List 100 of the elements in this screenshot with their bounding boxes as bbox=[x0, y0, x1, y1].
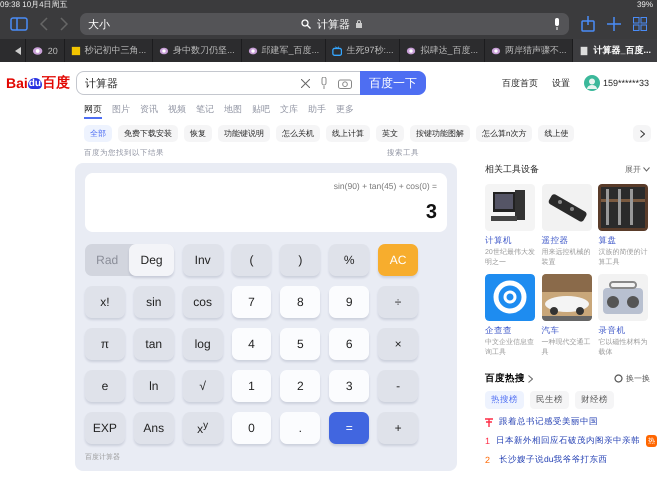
browser-tab[interactable]: 两岸猎声骤不... bbox=[484, 39, 572, 62]
item-name[interactable]: 企查查 bbox=[485, 325, 537, 337]
logo-icon bbox=[485, 274, 535, 321]
forward-icon[interactable] bbox=[60, 17, 68, 31]
calculator-key[interactable]: x! bbox=[85, 286, 125, 318]
calculator-key[interactable]: = bbox=[329, 412, 370, 444]
hot-search-item[interactable]: 跟着总书记感受美丽中国 bbox=[499, 416, 598, 428]
back-icon[interactable] bbox=[40, 17, 48, 31]
plus-icon[interactable] bbox=[607, 17, 621, 31]
battery-level: 39% bbox=[636, 1, 653, 9]
favicon-icon bbox=[332, 44, 342, 56]
item-name[interactable]: 汽车 bbox=[542, 325, 594, 337]
filter-chip[interactable]: 线上计算 bbox=[326, 125, 370, 142]
hot-list-tab[interactable]: 民生榜 bbox=[530, 391, 569, 409]
calculator-key[interactable]: Ans bbox=[134, 412, 174, 444]
calculator-key[interactable]: ( bbox=[232, 244, 272, 276]
reader-size-label[interactable]: 大小 bbox=[88, 16, 110, 32]
favicon-icon bbox=[70, 44, 81, 56]
calculator-key[interactable]: + bbox=[378, 412, 418, 444]
calculator-key[interactable]: x$^{y}$ bbox=[182, 412, 223, 444]
filter-chip[interactable]: 免费下载安装 bbox=[118, 125, 178, 142]
pin-icon bbox=[485, 418, 493, 426]
filter-chip[interactable]: 全部 bbox=[84, 125, 112, 142]
microphone-icon[interactable] bbox=[553, 18, 561, 30]
hot-search-item[interactable]: 长沙嫂子说du我爷爷打东西 bbox=[499, 454, 608, 466]
baidu-logo[interactable]: Baidu百度 bbox=[6, 74, 76, 92]
hot-search-item[interactable]: 日本新外相回应石破茂内阁亲中亲韩 bbox=[496, 435, 640, 447]
user-name[interactable]: 159******33 bbox=[602, 78, 649, 88]
calculator-key[interactable]: - bbox=[378, 370, 418, 402]
header-link[interactable]: 设置 bbox=[552, 76, 570, 90]
hot-list-tab[interactable]: 热搜榜 bbox=[485, 391, 524, 409]
calculator-key[interactable]: 6 bbox=[329, 328, 370, 360]
expand-link[interactable]: 展开 bbox=[625, 164, 641, 175]
calculator-key[interactable]: sin bbox=[134, 286, 174, 318]
refresh-link[interactable]: 换一换 bbox=[626, 373, 650, 384]
browser-tab[interactable]: 生死97秒:... bbox=[325, 39, 400, 62]
angle-toggle[interactable]: Rad Deg bbox=[85, 244, 174, 276]
calculator-key[interactable]: 0 bbox=[232, 412, 272, 444]
angle-mode[interactable]: Deg bbox=[129, 244, 174, 276]
favicon-icon bbox=[248, 44, 258, 56]
item-name[interactable]: 算盘 bbox=[598, 235, 650, 247]
tab-scroll-icon[interactable] bbox=[15, 46, 22, 54]
refresh-icon[interactable] bbox=[614, 374, 623, 383]
calculator-key[interactable]: ÷ bbox=[378, 286, 418, 318]
calculator-key[interactable]: . bbox=[280, 412, 320, 444]
search-icon bbox=[301, 19, 311, 29]
filter-chip[interactable]: 线上使 bbox=[538, 125, 574, 142]
tabs-grid-icon[interactable] bbox=[633, 17, 647, 31]
browser-tab[interactable]: 计算器_百度... bbox=[572, 39, 657, 62]
calculator-key[interactable]: % bbox=[329, 244, 370, 276]
filter-chip[interactable]: 怎么算n次方 bbox=[476, 125, 532, 142]
calculator-key[interactable]: 8 bbox=[280, 286, 320, 318]
sidebar-icon[interactable] bbox=[10, 17, 28, 31]
hot-search-title[interactable]: 百度热搜 bbox=[485, 372, 525, 385]
hot-list-tab[interactable]: 财经榜 bbox=[575, 391, 614, 409]
calculator-key[interactable]: √ bbox=[182, 370, 223, 402]
item-name[interactable]: 录音机 bbox=[598, 325, 650, 337]
calculator-key[interactable]: log bbox=[182, 328, 223, 360]
address-bar[interactable]: 大小 计算器 bbox=[80, 13, 569, 35]
calculator-key[interactable]: e bbox=[85, 370, 125, 402]
calculator-key[interactable]: 1 bbox=[232, 370, 272, 402]
favicon-icon bbox=[491, 44, 501, 56]
nav-tab[interactable]: 网页 bbox=[84, 102, 102, 119]
calculator-key[interactable]: ) bbox=[280, 244, 320, 276]
filter-chip[interactable]: 恢复 bbox=[184, 125, 212, 142]
search-field[interactable]: 计算器 bbox=[76, 71, 360, 95]
search-button[interactable]: 百度一下 bbox=[360, 71, 426, 95]
item-name[interactable]: 计算机 bbox=[485, 235, 537, 247]
favicon-icon bbox=[579, 44, 590, 56]
calculator-key[interactable]: 2 bbox=[280, 370, 320, 402]
calculator-key[interactable]: × bbox=[378, 328, 418, 360]
calculator-key[interactable]: 5 bbox=[280, 328, 320, 360]
avatar-icon[interactable] bbox=[584, 75, 600, 91]
share-icon[interactable] bbox=[581, 16, 595, 32]
result-text: 3 bbox=[426, 201, 437, 224]
expression-text: sin(90) + tan(45) + cos(0) = bbox=[334, 181, 437, 191]
calculator-key[interactable]: π bbox=[85, 328, 125, 360]
calculator-key[interactable]: ln bbox=[134, 370, 174, 402]
filter-chip[interactable]: 怎么关机 bbox=[276, 125, 320, 142]
next-button[interactable] bbox=[633, 125, 651, 142]
calculator-key[interactable]: Inv bbox=[182, 244, 223, 276]
rank-number: 1 bbox=[485, 436, 490, 446]
calculator-key[interactable]: 3 bbox=[329, 370, 370, 402]
header-link[interactable]: 百度首页 bbox=[502, 76, 538, 90]
microphone-icon[interactable] bbox=[320, 77, 328, 89]
section-title: 相关工具设备 bbox=[485, 163, 539, 176]
calculator-key[interactable]: 9 bbox=[329, 286, 370, 318]
filter-chip[interactable]: 功能键说明 bbox=[218, 125, 270, 142]
chevron-down-icon bbox=[643, 167, 650, 172]
camera-icon[interactable] bbox=[338, 78, 352, 88]
filter-chip[interactable]: 按键功能图解 bbox=[410, 125, 470, 142]
clear-icon[interactable] bbox=[301, 78, 310, 88]
calculator-key[interactable]: cos bbox=[182, 286, 223, 318]
calculator-key[interactable]: 7 bbox=[232, 286, 272, 318]
calculator-key[interactable]: 4 bbox=[232, 328, 272, 360]
calculator-key[interactable]: tan bbox=[134, 328, 174, 360]
filter-chip[interactable]: 英文 bbox=[376, 125, 404, 142]
favicon-icon bbox=[32, 44, 44, 56]
calculator-key[interactable]: EXP bbox=[85, 412, 125, 444]
item-name[interactable]: 遥控器 bbox=[542, 235, 594, 247]
